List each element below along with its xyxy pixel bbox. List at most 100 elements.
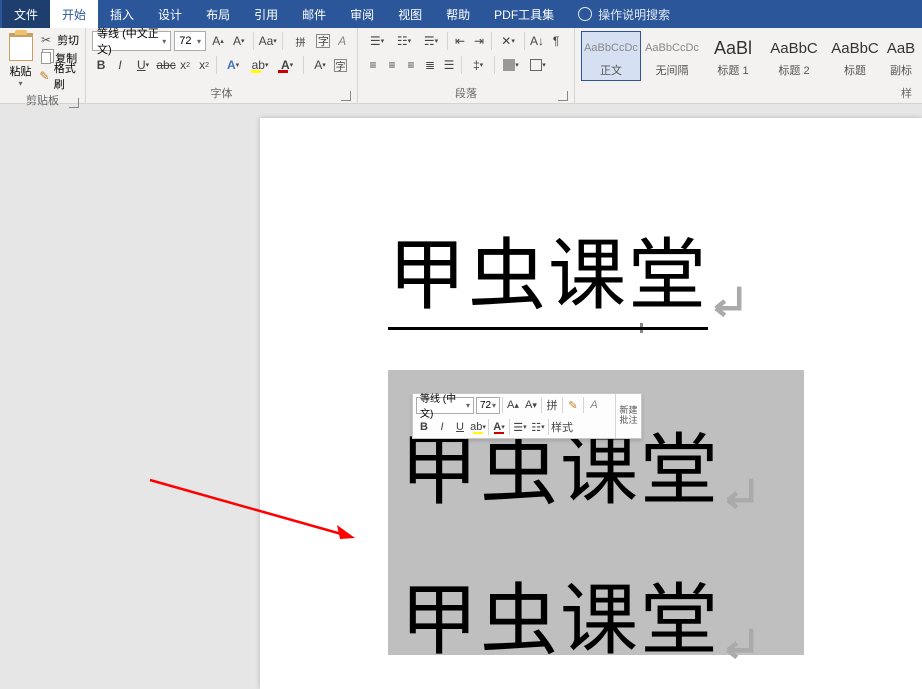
menu-review[interactable]: 审阅 <box>338 0 386 28</box>
numbering-button[interactable]: ☷▾ <box>391 31 417 51</box>
mini-italic-button[interactable]: I <box>434 418 450 436</box>
text-effects-button[interactable]: A▾ <box>220 55 246 75</box>
mini-bullets-button[interactable]: ☰▾ <box>512 418 528 436</box>
menu-mailings[interactable]: 邮件 <box>290 0 338 28</box>
mini-font-name-combo[interactable]: 等线 (中文)▾ <box>416 397 474 414</box>
menu-design[interactable]: 设计 <box>146 0 194 28</box>
group-styles: AaBbCcDc 正文 AaBbCcDc 无间隔 AaBl 标题 1 AaBbC… <box>575 28 922 103</box>
grow-font-button[interactable]: A▴ <box>209 31 227 51</box>
mini-grow-font-button[interactable]: A▴ <box>505 396 521 414</box>
bold-button[interactable]: B <box>92 55 110 75</box>
strikethrough-button[interactable]: abc <box>157 55 175 75</box>
menu-home[interactable]: 开始 <box>50 0 98 28</box>
style-normal[interactable]: AaBbCcDc 正文 <box>581 31 641 81</box>
chevron-down-icon: ▾ <box>197 37 201 46</box>
document-line[interactable]: 甲虫课堂 <box>400 558 762 670</box>
clipboard-icon <box>9 33 33 61</box>
asian-layout-button[interactable]: ✕▾ <box>495 31 521 51</box>
dialog-launcher-icon[interactable] <box>69 98 79 108</box>
group-clipboard: 粘贴 ▾ 剪切 复制 格式刷 剪贴板 <box>0 28 86 103</box>
mini-bold-button[interactable]: B <box>416 418 432 436</box>
menu-view[interactable]: 视图 <box>386 0 434 28</box>
decrease-indent-button[interactable]: ⇤ <box>451 31 469 51</box>
font-name-combo[interactable]: 等线 (中文正文)▾ <box>92 31 171 51</box>
superscript-button[interactable]: x2 <box>195 55 213 75</box>
change-case-button[interactable]: Aa▾ <box>259 31 277 51</box>
multilevel-list-button[interactable]: ☴▾ <box>418 31 444 51</box>
clear-formatting-button[interactable]: A <box>333 31 351 51</box>
bullets-button[interactable]: ☰▾ <box>364 31 390 51</box>
mini-new-comment-button[interactable]: 新建 批注 <box>615 394 641 438</box>
mini-clear-formatting-button[interactable]: A <box>586 396 602 414</box>
style-subtitle[interactable]: AaB 副标 <box>886 31 916 81</box>
menu-layout[interactable]: 布局 <box>194 0 242 28</box>
lightbulb-icon <box>578 7 592 21</box>
highlight-button[interactable]: ab▾ <box>247 55 273 75</box>
align-left-button[interactable]: ≡ <box>364 55 382 75</box>
search-placeholder: 操作说明搜索 <box>598 6 670 23</box>
underline-button[interactable]: U▾ <box>130 55 156 75</box>
mini-styles-button[interactable]: 样式 <box>551 418 573 436</box>
align-center-button[interactable]: ≡ <box>383 55 401 75</box>
tell-me-search[interactable]: 操作说明搜索 <box>566 0 682 28</box>
borders-button[interactable]: ▾ <box>525 55 551 75</box>
paragraph-mark-icon <box>714 251 750 293</box>
scissors-icon <box>39 34 53 46</box>
paste-button[interactable]: 粘贴 ▾ <box>6 31 35 90</box>
paragraph-group-label: 段落 <box>364 83 568 103</box>
dialog-launcher-icon[interactable] <box>558 91 568 101</box>
clipboard-group-label: 剪贴板 <box>6 90 79 110</box>
increase-indent-button[interactable]: ⇥ <box>470 31 488 51</box>
mini-underline-button[interactable]: U <box>452 418 468 436</box>
shrink-font-button[interactable]: A▾ <box>230 31 248 51</box>
chevron-down-icon: ▾ <box>19 79 23 88</box>
phonetic-guide-button[interactable]: 拼 <box>288 31 314 51</box>
enclose-characters-button[interactable]: 字 <box>316 34 330 48</box>
mini-highlight-button[interactable]: ab▾ <box>470 418 486 436</box>
style-heading-2[interactable]: AaBbC 标题 2 <box>764 31 824 81</box>
paragraph-mark-icon <box>726 593 762 635</box>
character-border-button[interactable]: 字 <box>334 59 347 72</box>
cut-button[interactable]: 剪切 <box>39 31 79 49</box>
chevron-down-icon: ▾ <box>492 401 496 410</box>
mini-font-size-combo[interactable]: 72▾ <box>476 397 500 414</box>
menu-file[interactable]: 文件 <box>2 0 50 28</box>
paragraph-mark-icon <box>726 443 762 485</box>
menu-insert[interactable]: 插入 <box>98 0 146 28</box>
menubar: 文件 开始 插入 设计 布局 引用 邮件 审阅 视图 帮助 PDF工具集 操作说… <box>0 0 922 28</box>
font-color-button[interactable]: A▾ <box>274 55 300 75</box>
document-page[interactable]: 甲虫课堂 甲虫课堂 甲虫课堂 等线 (中文)▾ 72▾ A▴ A▾ <box>260 118 922 689</box>
group-font: 等线 (中文正文)▾ 72▾ A▴ A▾ Aa▾ 拼 字 A B I U▾ ab… <box>86 28 358 103</box>
shading-button[interactable]: ▾ <box>498 55 524 75</box>
character-shading-button[interactable]: A▾ <box>307 55 333 75</box>
mini-format-painter-button[interactable]: ✎ <box>565 396 581 414</box>
mini-numbering-button[interactable]: ☷▾ <box>530 418 546 436</box>
align-right-button[interactable]: ≡ <box>402 55 420 75</box>
font-group-label: 字体 <box>92 83 351 103</box>
line-spacing-button[interactable]: ‡▾ <box>465 55 491 75</box>
style-no-spacing[interactable]: AaBbCcDc 无间隔 <box>642 31 702 81</box>
show-marks-button[interactable]: ¶ <box>547 31 565 51</box>
subscript-button[interactable]: x2 <box>176 55 194 75</box>
menu-pdf-tools[interactable]: PDF工具集 <box>482 0 566 28</box>
mini-shrink-font-button[interactable]: A▾ <box>523 396 539 414</box>
menu-help[interactable]: 帮助 <box>434 0 482 28</box>
italic-button[interactable]: I <box>111 55 129 75</box>
format-painter-button[interactable]: 格式刷 <box>39 67 79 85</box>
font-size-combo[interactable]: 72▾ <box>174 31 206 51</box>
menu-references[interactable]: 引用 <box>242 0 290 28</box>
copy-icon <box>41 52 51 64</box>
style-heading-1[interactable]: AaBl 标题 1 <box>703 31 763 81</box>
sort-button[interactable]: A↓ <box>528 31 546 51</box>
distributed-button[interactable]: ☰ <box>440 55 458 75</box>
dialog-launcher-icon[interactable] <box>341 91 351 101</box>
mini-phonetic-guide-button[interactable]: 拼 <box>544 396 560 414</box>
document-line[interactable]: 甲虫课堂 <box>388 213 922 330</box>
chevron-down-icon: ▾ <box>466 401 470 410</box>
chevron-down-icon: ▾ <box>162 37 166 46</box>
style-title[interactable]: AaBbC 标题 <box>825 31 885 81</box>
ribbon: 粘贴 ▾ 剪切 复制 格式刷 剪贴板 等线 (中文正文)▾ 72▾ A▴ A▾ … <box>0 28 922 104</box>
mini-toolbar: 等线 (中文)▾ 72▾ A▴ A▾ 拼 ✎ A B I U ab▾ <box>412 393 642 439</box>
mini-font-color-button[interactable]: A▾ <box>491 418 507 436</box>
align-justify-button[interactable]: ≣ <box>421 55 439 75</box>
